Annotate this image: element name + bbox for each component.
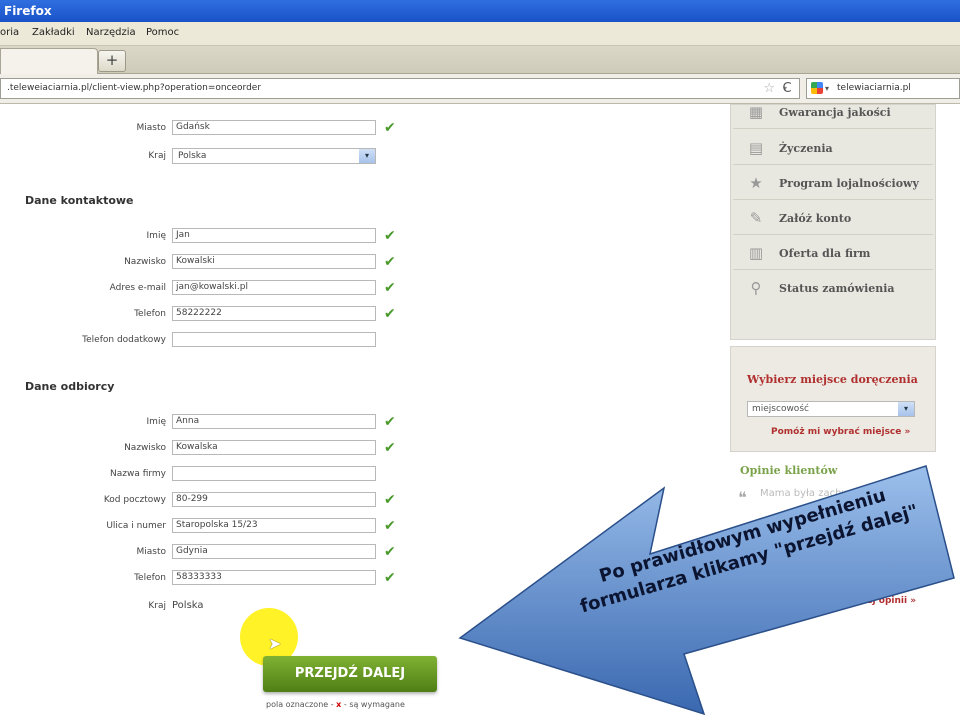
valid-check-icon: ✔ <box>384 280 396 296</box>
valid-check-icon: ✔ <box>384 492 396 508</box>
recipient-last-name-label: Nazwisko <box>124 443 166 453</box>
proceed-button[interactable]: PRZEJDŹ DALEJ <box>263 656 437 692</box>
sidebar-item-label: Gwarancja jakości <box>779 106 891 119</box>
street-label: Ulica i numer <box>106 521 166 531</box>
recipient-heading: Dane odbiorcy <box>25 380 115 393</box>
tab-bar: + <box>0 46 960 74</box>
recipient-city-label: Miasto <box>136 547 166 557</box>
company-input[interactable] <box>172 466 376 481</box>
street-input[interactable]: Staropolska 15/23 <box>172 518 376 533</box>
menu-item-bookmarks[interactable]: Zakładki <box>32 27 75 38</box>
recipient-phone-input[interactable]: 58333333 <box>172 570 376 585</box>
company-label: Nazwa firmy <box>109 469 166 479</box>
valid-check-icon: ✔ <box>384 570 396 586</box>
delivery-title: Wybierz miejsce doręczenia <box>747 373 918 386</box>
sidebar-item-label: Załóż konto <box>779 212 852 225</box>
sidebar-item-wishes[interactable]: ▤ Życzenia <box>733 131 933 165</box>
recipient-country-label: Kraj <box>148 601 166 611</box>
delivery-help-link[interactable]: Pomóż mi wybrać miejsce » <box>771 427 910 437</box>
building-icon: ▥ <box>748 244 764 262</box>
zip-label: Kod pocztowy <box>103 495 166 505</box>
sidebar-item-label: Oferta dla firm <box>779 247 871 260</box>
window-title: Firefox <box>4 4 52 18</box>
select-arrow-icon[interactable]: ▾ <box>359 149 375 163</box>
sidebar-item-label: Życzenia <box>779 142 833 155</box>
valid-check-icon: ✔ <box>384 254 396 270</box>
city-label: Miasto <box>136 123 166 133</box>
phone-label: Telefon <box>134 309 166 319</box>
menu-item-tools[interactable]: Narzędzia <box>86 27 136 38</box>
contact-heading: Dane kontaktowe <box>25 194 134 207</box>
recipient-first-name-label: Imię <box>146 417 166 427</box>
sidebar-item-label: Program lojalnościowy <box>779 177 919 190</box>
required-fields-note: pola oznaczone - x - są wymagane <box>266 700 405 709</box>
country-select[interactable]: Polska ▾ <box>172 148 376 164</box>
valid-check-icon: ✔ <box>384 440 396 456</box>
recipient-last-name-input[interactable]: Kowalska <box>172 440 376 455</box>
search-bar[interactable]: ▾ telewiaciarnia.pl <box>806 78 960 99</box>
recipient-city-input[interactable]: Gdynia <box>172 544 376 559</box>
navigation-bar: .teleweiaciarnia.pl/client-view.php?oper… <box>0 74 960 104</box>
tab-active[interactable] <box>0 48 98 74</box>
pen-icon: ✎ <box>749 209 763 227</box>
url-text: .teleweiaciarnia.pl/client-view.php?oper… <box>7 83 262 93</box>
valid-check-icon: ✔ <box>384 544 396 560</box>
recipient-first-name-input[interactable]: Anna <box>172 414 376 429</box>
menu-item-history[interactable]: oria <box>0 27 19 38</box>
zip-input[interactable]: 80-299 <box>172 492 376 507</box>
new-tab-button[interactable]: + <box>98 50 126 72</box>
sidebar-item-quality[interactable]: ▦ Gwarancja jakości <box>733 104 933 129</box>
document-icon: ▤ <box>748 139 764 157</box>
sidebar-item-order-status[interactable]: ⚲ Status zamówienia <box>733 271 933 305</box>
valid-check-icon: ✔ <box>384 120 396 136</box>
search-engine-dropdown-icon[interactable]: ▾ <box>825 79 829 98</box>
sidebar-item-label: Status zamówienia <box>779 282 895 295</box>
email-input[interactable]: jan@kowalski.pl <box>172 280 376 295</box>
first-name-input[interactable]: Jan <box>172 228 376 243</box>
window-title-bar: Firefox <box>0 0 960 22</box>
delivery-city-select[interactable]: miejscowość ▾ <box>747 401 915 417</box>
menu-bar: oria Zakładki Narzędzia Pomoc <box>0 22 960 46</box>
recipient-country-value: Polska <box>172 600 204 611</box>
quality-icon: ▦ <box>748 104 764 121</box>
city-input[interactable]: Gdańsk <box>172 120 376 135</box>
bookmark-star-icon[interactable]: ☆ <box>763 79 775 98</box>
mouse-cursor-icon: ➤ <box>268 634 282 653</box>
select-arrow-icon[interactable]: ▾ <box>898 402 914 416</box>
sidebar-item-account[interactable]: ✎ Załóż konto <box>733 201 933 235</box>
delivery-city-placeholder: miejscowość <box>752 404 809 414</box>
phone2-input[interactable] <box>172 332 376 347</box>
magnifier-icon: ⚲ <box>750 279 762 297</box>
valid-check-icon: ✔ <box>384 228 396 244</box>
search-engine-icon[interactable] <box>811 82 823 94</box>
first-name-label: Imię <box>146 231 166 241</box>
sidebar-item-business[interactable]: ▥ Oferta dla firm <box>733 236 933 270</box>
menu-item-help[interactable]: Pomoc <box>146 27 179 38</box>
url-bar[interactable]: .teleweiaciarnia.pl/client-view.php?oper… <box>0 78 800 99</box>
country-label: Kraj <box>148 151 166 161</box>
reload-icon[interactable]: C <box>776 78 798 99</box>
delivery-location-box: Wybierz miejsce doręczenia miejscowość ▾… <box>730 346 936 452</box>
page-content: Miasto Gdańsk ✔ Kraj Polska ▾ Dane konta… <box>0 104 960 720</box>
last-name-label: Nazwisko <box>124 257 166 267</box>
phone2-label: Telefon dodatkowy <box>82 335 166 345</box>
star-icon: ★ <box>749 174 763 192</box>
valid-check-icon: ✔ <box>384 518 396 534</box>
sidebar-menu: ▦ Gwarancja jakości ▤ Życzenia ★ Program… <box>730 104 936 340</box>
recipient-phone-label: Telefon <box>134 573 166 583</box>
valid-check-icon: ✔ <box>384 306 396 322</box>
country-select-value: Polska <box>178 151 207 161</box>
sidebar-item-loyalty[interactable]: ★ Program lojalnościowy <box>733 166 933 200</box>
search-text: telewiaciarnia.pl <box>837 83 911 93</box>
phone-input[interactable]: 58222222 <box>172 306 376 321</box>
valid-check-icon: ✔ <box>384 414 396 430</box>
email-label: Adres e-mail <box>109 283 166 293</box>
last-name-input[interactable]: Kowalski <box>172 254 376 269</box>
